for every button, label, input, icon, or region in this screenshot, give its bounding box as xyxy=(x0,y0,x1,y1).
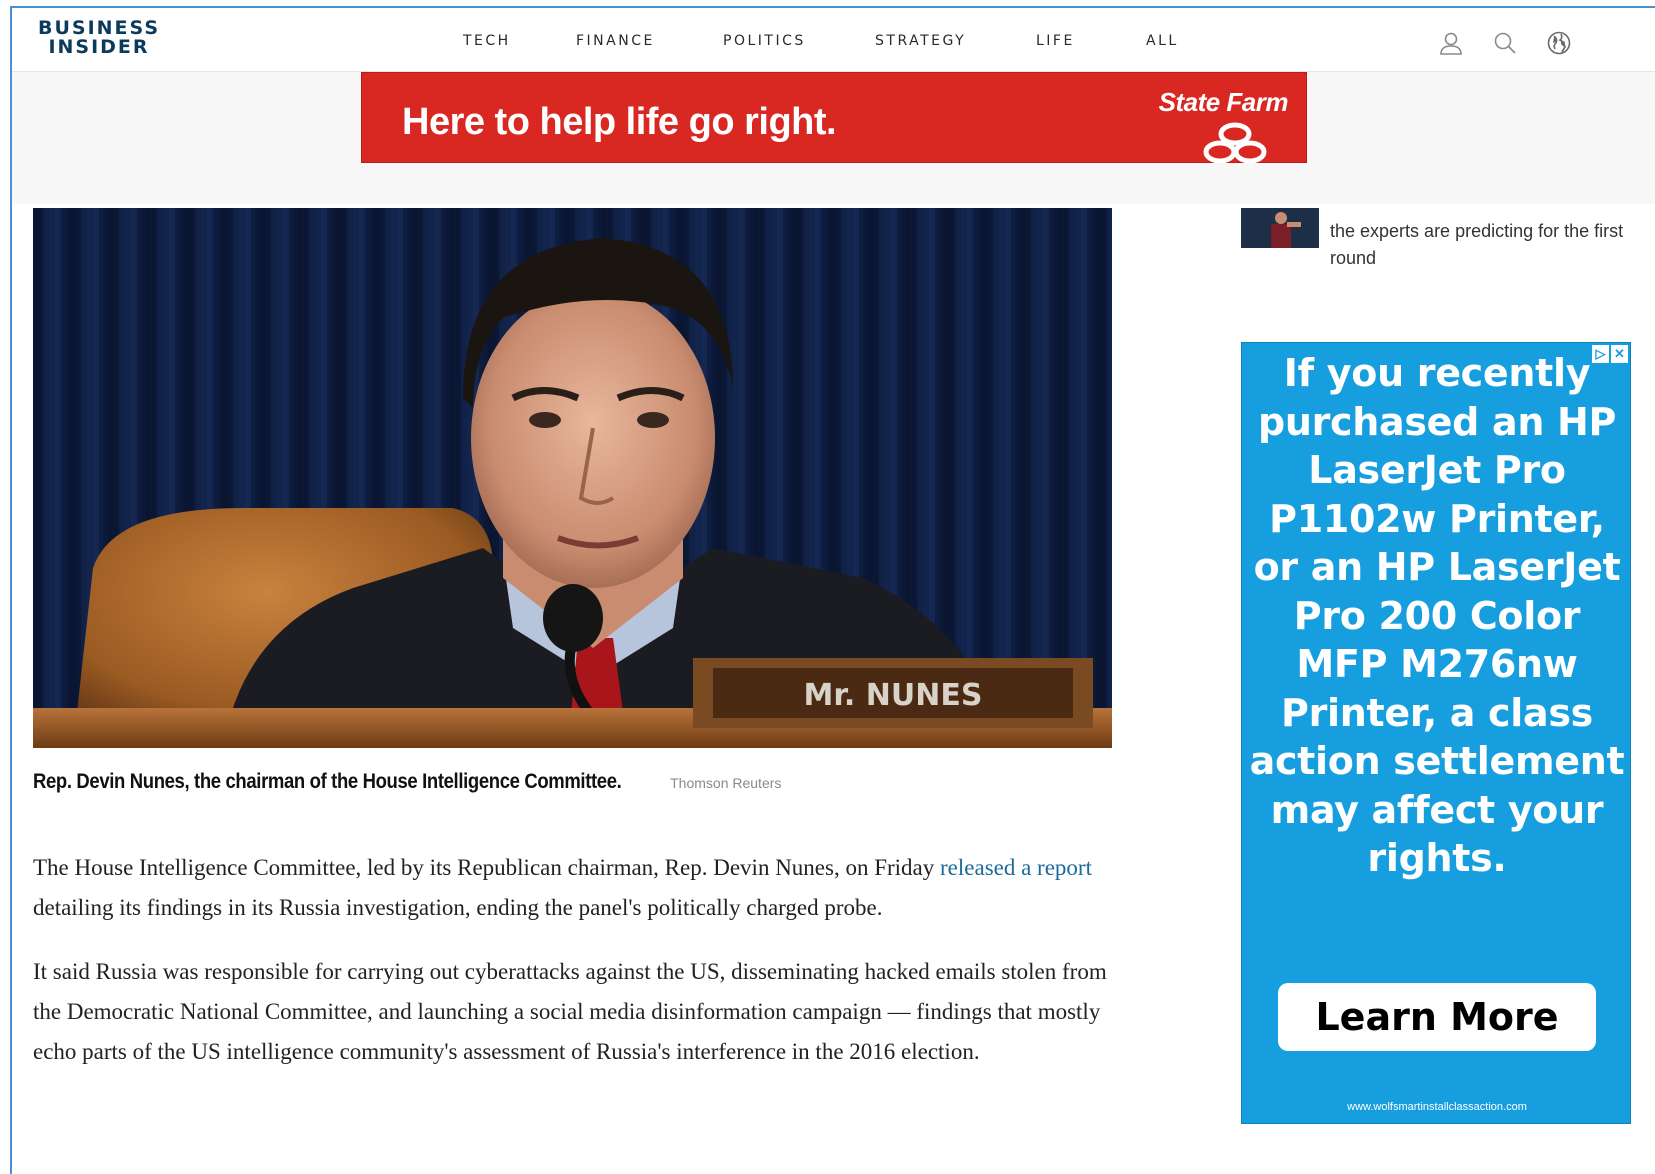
article-paragraph: The House Intelligence Committee, led by… xyxy=(33,848,1123,928)
class-action-ad[interactable]: ▷ ✕ If you recently purchased an HP Lase… xyxy=(1241,342,1631,1124)
caption-text: Rep. Devin Nunes, the chairman of the Ho… xyxy=(33,770,622,793)
state-farm-logo-icon xyxy=(1203,122,1267,163)
globe-icon[interactable] xyxy=(1546,30,1572,56)
paragraph-text: detailing its findings in its Russia inv… xyxy=(33,895,883,920)
related-story-thumbnail[interactable] xyxy=(1241,208,1319,248)
nameplate-text: Mr. NUNES xyxy=(804,678,983,713)
browser-viewport: BUSINESS INSIDER TECH FINANCE POLITICS S… xyxy=(10,6,1655,1174)
site-header: BUSINESS INSIDER TECH FINANCE POLITICS S… xyxy=(12,8,1655,72)
top-ad-region: Here to help life go right. State Farm xyxy=(12,72,1655,204)
ad-brand: State Farm xyxy=(1158,87,1289,117)
search-icon[interactable] xyxy=(1492,30,1518,56)
ad-slogan: Here to help life go right. xyxy=(402,101,837,143)
main-nav: TECH FINANCE POLITICS STRATEGY LIFE ALL xyxy=(12,8,1655,72)
nav-all[interactable]: ALL xyxy=(1146,33,1179,49)
nav-life[interactable]: LIFE xyxy=(1036,33,1075,49)
learn-more-button[interactable]: Learn More xyxy=(1278,983,1596,1051)
nunes-photo: Mr. NUNES xyxy=(33,208,1112,748)
ad-headline: If you recently purchased an HP LaserJet… xyxy=(1249,351,1625,880)
article-body: The House Intelligence Committee, led by… xyxy=(33,848,1123,1096)
state-farm-ad[interactable]: Here to help life go right. State Farm xyxy=(361,72,1307,163)
paragraph-text: The House Intelligence Committee, led by… xyxy=(33,855,941,880)
released-report-link[interactable]: released a report xyxy=(940,855,1092,880)
ad-url: www.wolfsmartinstallclassaction.com xyxy=(1347,1101,1527,1113)
nav-politics[interactable]: POLITICS xyxy=(723,33,806,49)
athlete-thumbnail-image xyxy=(1241,208,1319,248)
nav-finance[interactable]: FINANCE xyxy=(576,33,655,49)
nav-strategy[interactable]: STRATEGY xyxy=(875,33,966,49)
caption-credit: Thomson Reuters xyxy=(670,775,782,791)
photo-caption: Rep. Devin Nunes, the chairman of the Ho… xyxy=(33,770,1112,794)
hero-photo: Mr. NUNES xyxy=(33,208,1112,748)
article-paragraph: It said Russia was responsible for carry… xyxy=(33,959,1107,1064)
nav-tech[interactable]: TECH xyxy=(463,33,511,49)
user-icon[interactable] xyxy=(1438,30,1464,56)
related-story-title[interactable]: the experts are predicting for the first… xyxy=(1330,218,1630,272)
